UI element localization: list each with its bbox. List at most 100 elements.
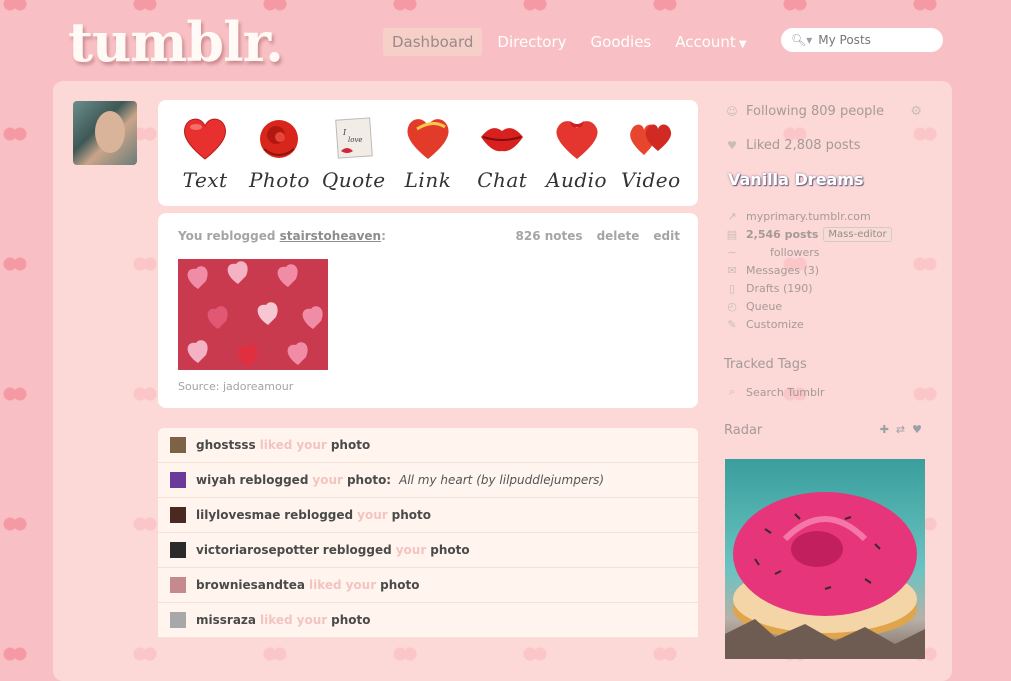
note-object[interactable]: photo xyxy=(331,613,370,627)
post-chat-button[interactable]: Chat xyxy=(469,114,535,192)
note-your: your xyxy=(312,473,343,487)
post-type-bar: Text Photo Ilove Quote Link Chat Audio V… xyxy=(158,100,698,206)
radar-actions: ✚ ⇄ ♥ xyxy=(880,423,922,436)
posts-count: 2,546 posts xyxy=(746,227,819,241)
followers-link[interactable]: ∼ followers xyxy=(724,243,944,261)
note-user[interactable]: wiyah xyxy=(196,473,236,487)
search-tumblr-link[interactable]: ⌕ Search Tumblr xyxy=(724,383,944,401)
list-item[interactable]: lilylovesmae reblogged your photo xyxy=(158,498,698,533)
note-your: your xyxy=(395,543,427,557)
avatar[interactable] xyxy=(73,101,137,165)
envelope-icon: ✉ xyxy=(727,263,737,277)
note-your: your xyxy=(296,438,327,452)
post-audio-label: Audio xyxy=(546,168,608,192)
drafts-label: Drafts (190) xyxy=(746,281,813,295)
radar-image[interactable] xyxy=(725,459,925,659)
nav-goodies[interactable]: Goodies xyxy=(582,28,661,56)
avatar[interactable] xyxy=(170,612,186,628)
note-user[interactable]: missraza xyxy=(196,613,256,627)
note-quote: All my heart (by lilpuddlejumpers) xyxy=(399,473,605,487)
queue-link[interactable]: ◴ Queue xyxy=(724,297,944,315)
blog-url: myprimary.tumblr.com xyxy=(746,209,871,223)
avatar[interactable] xyxy=(170,437,186,453)
note-user[interactable]: ghostsss xyxy=(196,438,256,452)
post-chat-label: Chat xyxy=(477,168,528,192)
post-audio-button[interactable]: Audio xyxy=(544,114,610,192)
blog-url-link[interactable]: ↗ myprimary.tumblr.com xyxy=(724,207,944,225)
following-link[interactable]: ☺ Following 809 people ⚙ xyxy=(724,100,944,122)
note-action: reblogged xyxy=(322,543,392,557)
list-item[interactable]: missraza liked your photo xyxy=(158,603,698,638)
avatar[interactable] xyxy=(170,577,186,593)
note-object[interactable]: photo xyxy=(430,543,469,557)
customize-label: Customize xyxy=(746,317,804,331)
liked-link[interactable]: ♥ Liked 2,808 posts xyxy=(724,134,944,156)
post-source[interactable]: Source: jadoreamour xyxy=(178,380,293,393)
heart-icon[interactable]: ♥ xyxy=(912,423,922,436)
avatar-face xyxy=(95,111,125,153)
post-user-link[interactable]: stairstoheaven xyxy=(280,229,381,243)
post-quote-button[interactable]: Ilove Quote xyxy=(321,114,387,192)
post-video-button[interactable]: Video xyxy=(618,114,684,192)
drafts-link[interactable]: ▯ Drafts (190) xyxy=(724,279,944,297)
post-photo[interactable] xyxy=(178,259,328,370)
search-box[interactable]: 🔍︎▾ xyxy=(781,28,943,52)
list-item[interactable]: browniesandtea liked your photo xyxy=(158,568,698,603)
mass-editor-button[interactable]: Mass-editor xyxy=(823,226,892,242)
messages-link[interactable]: ✉ Messages (3) xyxy=(724,261,944,279)
rose-icon xyxy=(253,114,305,162)
post-photo-button[interactable]: Photo xyxy=(246,114,312,192)
post-text-button[interactable]: Text xyxy=(172,114,238,192)
note-user[interactable]: browniesandtea xyxy=(196,578,305,592)
list-item[interactable]: ghostsss liked your photo xyxy=(158,428,698,463)
list-item[interactable]: wiyah reblogged your photo: All my heart… xyxy=(158,463,698,498)
tumblr-logo[interactable]: tumblr. xyxy=(68,10,284,74)
posts-link[interactable]: ▤ 2,546 posts Mass-editor xyxy=(724,225,944,243)
tracked-tags-title: Tracked Tags xyxy=(724,357,807,372)
heart-icon xyxy=(179,114,231,162)
post-link-button[interactable]: Link xyxy=(395,114,461,192)
search-icon: 🔍︎▾ xyxy=(791,33,813,47)
avatar[interactable] xyxy=(170,507,186,523)
note-object[interactable]: photo xyxy=(331,438,370,452)
delete-link[interactable]: delete xyxy=(597,229,640,243)
nav-directory[interactable]: Directory xyxy=(488,28,575,56)
plus-icon[interactable]: ✚ xyxy=(880,423,889,436)
nav-dashboard[interactable]: Dashboard xyxy=(383,28,483,56)
followers-label: followers xyxy=(770,245,820,259)
radar-header: Radar ✚ ⇄ ♥ xyxy=(724,423,944,443)
queue-label: Queue xyxy=(746,299,783,313)
search-input[interactable] xyxy=(816,32,941,48)
document-icon: ▤ xyxy=(726,227,738,241)
sidebar: ☺ Following 809 people ⚙ ♥ Liked 2,808 p… xyxy=(724,100,944,443)
list-item[interactable]: victoriarosepotter reblogged your photo xyxy=(158,533,698,568)
person-icon: ☺ xyxy=(726,104,738,118)
note-user[interactable]: victoriarosepotter xyxy=(196,543,319,557)
note-object[interactable]: photo xyxy=(380,578,419,592)
post-photo-label: Photo xyxy=(248,168,310,192)
top-nav: Dashboard Directory Goodies Account ▼ xyxy=(383,28,756,56)
note-action: liked xyxy=(308,578,342,592)
messages-label: Messages (3) xyxy=(746,263,820,277)
radar-title: Radar xyxy=(724,423,763,438)
avatar[interactable] xyxy=(170,542,186,558)
notes-count[interactable]: 826 notes xyxy=(516,229,583,243)
post-suffix: : xyxy=(381,229,386,243)
liked-count: Liked 2,808 posts xyxy=(746,137,861,153)
customize-link[interactable]: ✎ Customize xyxy=(724,315,944,333)
post-video-label: Video xyxy=(620,168,681,192)
edit-link[interactable]: edit xyxy=(653,229,680,243)
note-object[interactable]: photo xyxy=(392,508,431,522)
following-count: Following 809 people xyxy=(746,103,885,119)
gear-icon[interactable]: ⚙ xyxy=(910,104,922,119)
note-action: reblogged xyxy=(284,508,354,522)
note-user[interactable]: lilylovesmae xyxy=(196,508,280,522)
blog-title[interactable]: Vanilla Dreams xyxy=(728,170,944,189)
avatar[interactable] xyxy=(170,472,186,488)
nav-account[interactable]: Account ▼ xyxy=(666,28,755,56)
note-object[interactable]: photo: xyxy=(347,473,391,487)
post-prefix: You reblogged xyxy=(178,229,276,243)
reblog-icon[interactable]: ⇄ xyxy=(896,423,905,436)
svg-text:love: love xyxy=(348,136,363,144)
heart-bow-icon xyxy=(551,114,603,162)
